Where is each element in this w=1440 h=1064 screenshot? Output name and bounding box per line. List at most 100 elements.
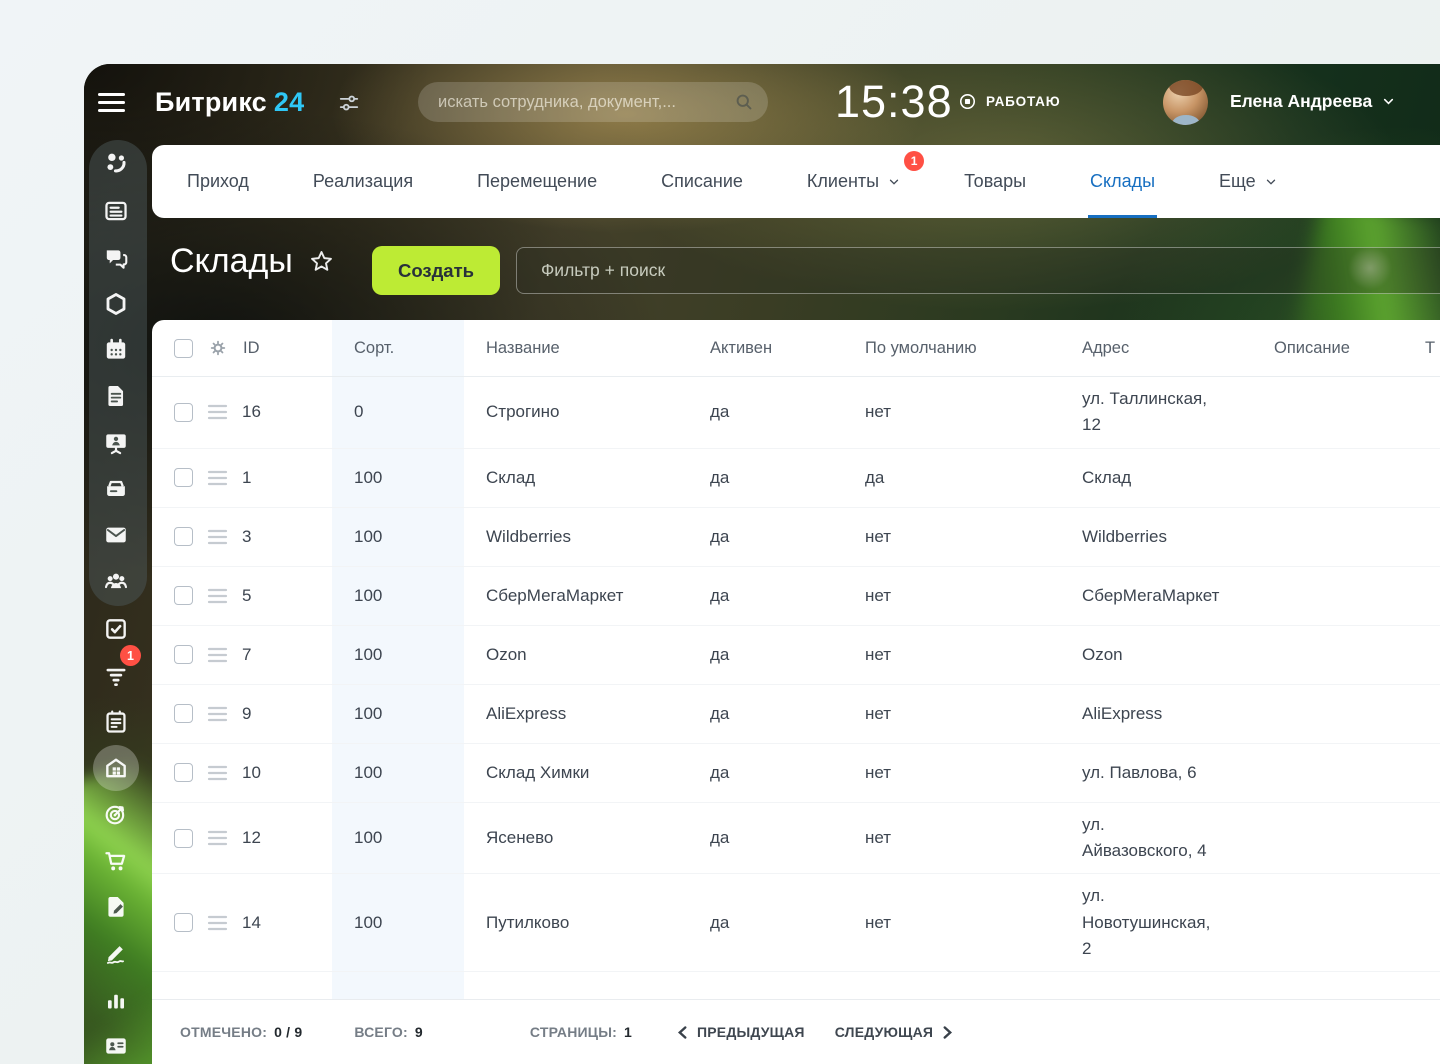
table-row[interactable]: 16 0 Строгино да нет ул. Таллинская, 12 bbox=[152, 377, 1440, 449]
prev-page-button[interactable]: ПРЕДЫДУЩАЯ bbox=[677, 1024, 805, 1040]
status-label: РАБОТАЮ bbox=[986, 94, 1060, 109]
hub-icon[interactable] bbox=[103, 150, 129, 176]
column-header-default[interactable]: По умолчанию bbox=[843, 339, 1060, 358]
next-page-button[interactable]: СЛЕДУЮЩАЯ bbox=[835, 1024, 953, 1040]
search-icon[interactable] bbox=[734, 92, 754, 112]
drag-handle-icon[interactable] bbox=[207, 588, 228, 604]
cell-active: да bbox=[688, 913, 843, 933]
table-row[interactable]: 12 100 Ясенево да нет ул. Айвазовского, … bbox=[152, 803, 1440, 875]
warehouse-icon[interactable] bbox=[103, 755, 129, 781]
contact-card-icon[interactable] bbox=[103, 1033, 129, 1059]
drive-icon[interactable] bbox=[103, 476, 129, 502]
row-checkbox[interactable] bbox=[174, 763, 193, 782]
favorite-star-icon[interactable] bbox=[308, 248, 335, 275]
clients-badge: 1 bbox=[904, 151, 924, 171]
cell-address: Склад bbox=[1060, 465, 1252, 491]
presentation-icon[interactable] bbox=[103, 430, 129, 456]
search-input[interactable] bbox=[436, 92, 734, 113]
tab-realizaciya[interactable]: Реализация bbox=[313, 145, 413, 218]
tab-tovary[interactable]: Товары bbox=[964, 145, 1026, 218]
calendar-icon[interactable] bbox=[103, 337, 129, 363]
chevron-down-icon bbox=[1265, 176, 1277, 188]
employees-icon[interactable] bbox=[103, 568, 129, 594]
row-checkbox[interactable] bbox=[174, 527, 193, 546]
sales-funnel-icon[interactable] bbox=[103, 663, 129, 689]
cell-sort: 0 bbox=[332, 402, 464, 422]
mail-icon[interactable] bbox=[103, 522, 129, 548]
table-row[interactable]: 3 100 Wildberries да нет Wildberries bbox=[152, 508, 1440, 567]
table-row[interactable]: 14 100 Путилково да нет ул. Новотушинска… bbox=[152, 874, 1440, 972]
column-header-name[interactable]: Название bbox=[464, 339, 688, 358]
table-row[interactable]: 5 100 СберМегаМаркет да нет СберМегаМарк… bbox=[152, 567, 1440, 626]
table-row[interactable]: 7 100 Ozon да нет Ozon bbox=[152, 626, 1440, 685]
settings-gear-icon[interactable] bbox=[208, 338, 228, 358]
global-search[interactable] bbox=[418, 82, 768, 122]
tasks-icon[interactable] bbox=[103, 616, 129, 642]
cell-id: 10 bbox=[242, 763, 261, 783]
column-header-description[interactable]: Описание bbox=[1252, 339, 1403, 358]
row-checkbox[interactable] bbox=[174, 403, 193, 422]
cell-id: 3 bbox=[242, 527, 251, 547]
signature-icon[interactable] bbox=[103, 940, 129, 966]
drag-handle-icon[interactable] bbox=[207, 529, 228, 545]
avatar[interactable] bbox=[1163, 80, 1208, 125]
user-menu[interactable]: Елена Андреева bbox=[1230, 91, 1395, 112]
tab-klienty[interactable]: Клиенты 1 bbox=[807, 145, 900, 218]
drag-handle-icon[interactable] bbox=[207, 647, 228, 663]
cart-icon[interactable] bbox=[103, 848, 129, 874]
drag-handle-icon[interactable] bbox=[207, 915, 228, 931]
cell-default: нет bbox=[843, 586, 1060, 606]
document-edit-icon[interactable] bbox=[103, 894, 129, 920]
clock[interactable]: 15:38 bbox=[835, 76, 953, 128]
cell-name: Ясенево bbox=[464, 828, 688, 848]
column-header-address[interactable]: Адрес bbox=[1060, 339, 1252, 358]
select-all-checkbox[interactable] bbox=[174, 339, 193, 358]
tune-icon[interactable] bbox=[338, 92, 360, 114]
cell-sort: 100 bbox=[332, 763, 464, 783]
row-checkbox[interactable] bbox=[174, 645, 193, 664]
cell-name: AliExpress bbox=[464, 704, 688, 724]
tab-sklady[interactable]: Склады bbox=[1090, 145, 1155, 218]
drag-handle-icon[interactable] bbox=[207, 830, 228, 846]
messenger-icon[interactable] bbox=[103, 245, 129, 271]
column-header-id[interactable]: ID bbox=[243, 339, 260, 358]
filter-input[interactable] bbox=[539, 259, 1440, 282]
row-checkbox[interactable] bbox=[174, 829, 193, 848]
drag-handle-icon[interactable] bbox=[207, 404, 228, 420]
row-checkbox[interactable] bbox=[174, 586, 193, 605]
plan-icon[interactable] bbox=[103, 709, 129, 735]
cell-sort: 100 bbox=[332, 586, 464, 606]
cell-sort: 100 bbox=[332, 468, 464, 488]
work-status-toggle[interactable]: РАБОТАЮ bbox=[958, 92, 1060, 111]
tab-spisanie[interactable]: Списание bbox=[661, 145, 743, 218]
table-row[interactable]: 10 100 Склад Химки да нет ул. Павлова, 6 bbox=[152, 744, 1440, 803]
app-window: Битрикс24 15:38 РАБОТАЮ Еле bbox=[84, 64, 1440, 1064]
hexagon-icon[interactable] bbox=[103, 291, 129, 317]
cell-name: СберМегаМаркет bbox=[464, 586, 688, 606]
column-header-t[interactable]: Т bbox=[1403, 339, 1440, 358]
tab-peremeshchenie[interactable]: Перемещение bbox=[477, 145, 597, 218]
cell-id: 12 bbox=[242, 828, 261, 848]
row-checkbox[interactable] bbox=[174, 704, 193, 723]
page-title: Склады bbox=[170, 242, 335, 281]
table-row[interactable]: 1 100 Склад да да Склад bbox=[152, 449, 1440, 508]
drag-handle-icon[interactable] bbox=[207, 470, 228, 486]
drag-handle-icon[interactable] bbox=[207, 765, 228, 781]
menu-icon[interactable] bbox=[98, 93, 125, 117]
tab-prihod[interactable]: Приход bbox=[187, 145, 249, 218]
cell-active: да bbox=[688, 645, 843, 665]
column-header-active[interactable]: Активен bbox=[688, 339, 843, 358]
row-checkbox[interactable] bbox=[174, 913, 193, 932]
row-checkbox[interactable] bbox=[174, 468, 193, 487]
table-row[interactable]: 9 100 AliExpress да нет AliExpress bbox=[152, 685, 1440, 744]
document-icon[interactable] bbox=[103, 383, 129, 409]
column-header-sort[interactable]: Сорт. bbox=[332, 339, 464, 358]
drag-handle-icon[interactable] bbox=[207, 706, 228, 722]
analytics-icon[interactable] bbox=[103, 987, 129, 1013]
tab-eshche[interactable]: Еще bbox=[1219, 145, 1277, 218]
create-button[interactable]: Создать bbox=[372, 246, 500, 295]
feed-icon[interactable] bbox=[103, 198, 129, 224]
target-icon[interactable] bbox=[103, 801, 129, 827]
cell-active: да bbox=[688, 402, 843, 422]
filter-search[interactable] bbox=[516, 247, 1440, 294]
